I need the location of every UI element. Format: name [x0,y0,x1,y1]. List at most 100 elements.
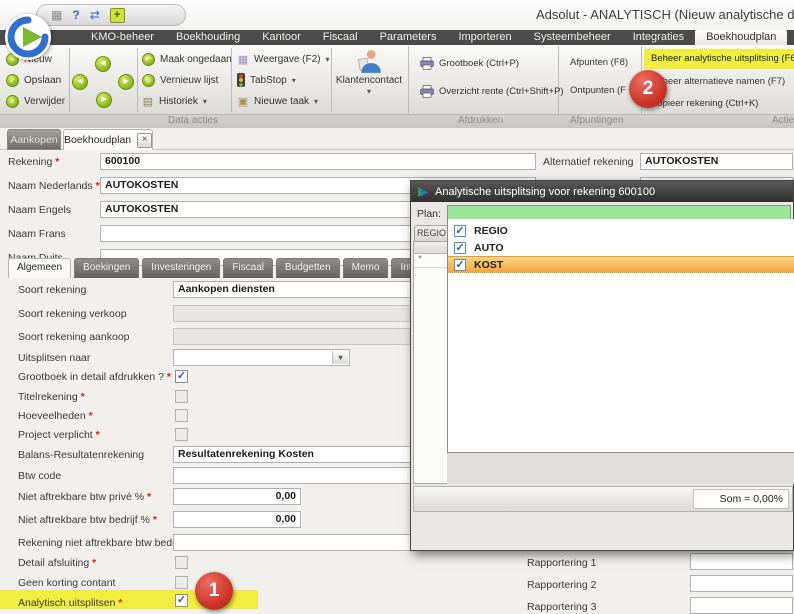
ribbon-tab-bar: KMO-beheer Boekhouding Kantoor Fiscaal P… [0,30,794,45]
analytisch-uitsplitsen-checkbox[interactable]: ✓ [175,594,188,607]
ribbon-separator [69,48,70,112]
opslaan-label: Opslaan [24,75,61,86]
doc-tab-boekhoudplan-label: Boekhoudplan [64,130,131,150]
window-title: Adsolut - ANALYTISCH (Nieuw analytische … [536,7,794,22]
chevron-down-icon: ▾ [314,97,318,106]
ribbon-tab-boekhoudplan[interactable]: Boekhoudplan [695,30,787,45]
group-label-afdrukken: Afdrukken [458,115,503,127]
naam-engels-label: Naam Engels [8,204,71,216]
auto-checkbox[interactable]: ✓ [454,242,466,254]
alternatief-rekening-field[interactable]: AUTOKOSTEN [640,153,793,170]
geen-korting-contant-label: Geen korting contant [18,577,115,589]
maak-ongedaan-button[interactable]: ↶ Maak ongedaan [142,50,232,68]
doc-tab-aankopen[interactable]: Aankopen [7,129,61,150]
tab-memo[interactable]: Memo [343,258,389,278]
adsolut-window: ▦ ? ⇄ + Adsolut - ANALYTISCH (Nieuw anal… [0,0,794,614]
chevron-down-icon[interactable]: ▾ [332,351,348,364]
ribbon-tab-kmo-beheer[interactable]: KMO-beheer [80,30,165,45]
help-icon[interactable]: ? [72,8,79,22]
add-icon[interactable]: + [110,8,125,23]
maak-ongedaan-label: Maak ongedaan [160,54,232,65]
rapportering-3-field[interactable] [690,597,793,614]
ribbon-separator [331,48,332,112]
ontpunten-button[interactable]: Ontpunten (F [570,85,626,96]
hoeveelheden-checkbox[interactable]: ✓ [175,409,188,422]
niet-aftrekbare-btw-prive-field[interactable]: 0,00 [173,488,301,505]
naam-nederlands-label: Naam Nederlands * [8,180,100,192]
plan-dropdown-panel: ✓ REGIO ✓ AUTO ✓ KOST [447,219,794,453]
soort-rekening-label: Soort rekening [18,284,86,296]
geen-korting-contant-checkbox[interactable]: ✓ [175,576,188,589]
close-icon[interactable]: × [137,133,152,148]
grootboek-detail-afdrukken-label: Grootboek in detail afdrukken ? * [18,371,171,383]
tab-budgetten[interactable]: Budgetten [276,258,340,278]
historiek-button[interactable]: ▤ Historiek ▾ [142,92,207,110]
dialog-grid-background [447,453,794,484]
project-verplicht-label: Project verplicht * [18,429,100,441]
soort-rekening-aankoop-label: Soort rekening aankoop [18,331,130,343]
calculator-icon[interactable]: ▦ [51,8,62,22]
detail-afsluiting-checkbox[interactable]: ✓ [175,556,188,569]
overzicht-rente-button[interactable]: Overzicht rente (Ctrl+Shift+P) [420,82,564,100]
beheer-alternatieve-namen-button[interactable]: Beheer alternatieve namen (F7) [651,76,785,87]
undo-icon: ↶ [142,53,155,66]
historiek-label: Historiek [159,96,198,107]
kopieer-rekening-button[interactable]: Kopieer rekening (Ctrl+K) [651,98,758,109]
rapportering-3-label: Rapportering 3 [527,601,596,613]
tabstop-button[interactable]: TabStop ▾ [237,71,296,89]
app-logo[interactable] [4,13,52,61]
sync-arrows-icon[interactable]: ⇄ [90,8,100,22]
niet-aftrekbare-btw-bedrijf-label: Niet aftrekbare btw bedrijf % * [18,514,157,526]
weergave-button[interactable]: ▦ Weergave (F2) ▾ [237,50,330,68]
ribbon-tab-boekhouding[interactable]: Boekhouding [165,30,251,45]
grootboek-label: Grootboek (Ctrl+P) [439,58,519,69]
nav-next-button[interactable]: ▶ [118,74,134,90]
nav-first-button[interactable]: ◀ [95,56,111,72]
doc-tab-boekhoudplan[interactable]: Boekhoudplan × [63,129,153,150]
uitsplitsen-naar-combobox[interactable]: ▾ [173,349,350,366]
tab-boekingen[interactable]: Boekingen [74,258,139,278]
grootboek-button[interactable]: Grootboek (Ctrl+P) [420,54,519,72]
project-verplicht-checkbox[interactable]: ✓ [175,428,188,441]
tab-algemeen[interactable]: Algemeen [8,258,71,278]
ribbon-tab-fiscaal[interactable]: Fiscaal [312,30,369,45]
niet-aftrekbare-btw-bedrijf-field[interactable]: 0,00 [173,511,301,528]
nav-last-button[interactable]: ▶ [96,92,112,108]
kost-checkbox[interactable]: ✓ [454,259,466,271]
ribbon-tab-systeembeheer[interactable]: Systeembeheer [523,30,622,45]
kost-label: KOST [474,259,503,271]
ribbon-tab-integraties[interactable]: Integraties [622,30,695,45]
grootboek-detail-afdrukken-checkbox[interactable]: ✓ [175,370,188,383]
vernieuw-lijst-button[interactable]: ↻ Vernieuw lijst [142,71,218,89]
klantencontact-button[interactable]: Klantencontact ▾ [333,48,405,112]
refresh-icon: ↻ [142,74,155,87]
afpunten-button[interactable]: Afpunten (F8) [570,57,628,68]
form-tab-strip: Algemeen Boekingen Investeringen Fiscaal… [8,258,426,278]
dialog-tab-regio[interactable]: REGIO [414,225,449,241]
opslaan-button[interactable]: ✓ Opslaan [6,71,61,89]
dialog-title-bar[interactable]: Analytische uitsplitsing voor rekening 6… [411,181,793,202]
verwijder-button[interactable]: × Verwijder [6,92,65,110]
rapportering-1-field[interactable] [690,553,793,570]
rapportering-2-field[interactable] [690,575,793,592]
ribbon-tab-importeren[interactable]: Importeren [447,30,522,45]
nav-previous-button[interactable]: ◀ [72,74,88,90]
niet-aftrekbare-btw-prive-label: Niet aftrekbare btw privé % * [18,491,151,503]
ribbon-tab-kantoor[interactable]: Kantoor [251,30,312,45]
nieuwe-taak-button[interactable]: ▣ Nieuwe taak ▾ [237,92,318,110]
regio-checkbox[interactable]: ✓ [454,225,466,237]
beheer-analytische-uitsplitsing-button[interactable]: Beheer analytische uitsplitsing (F6) [644,49,794,69]
option-auto[interactable]: ✓ AUTO [448,239,794,256]
titelrekening-checkbox[interactable]: ✓ [175,390,188,403]
option-kost[interactable]: ✓ KOST [448,256,794,273]
grid-new-row-marker[interactable]: * [414,254,448,268]
dialog-side-grid[interactable]: * [413,241,449,484]
printer-icon [420,85,434,98]
som-total: Som = 0,00% [693,489,789,509]
rekening-field[interactable]: 600100 [100,153,536,170]
tab-fiscaal[interactable]: Fiscaal [223,258,273,278]
tab-investeringen[interactable]: Investeringen [142,258,220,278]
detail-afsluiting-label: Detail afsluiting * [18,557,96,569]
option-regio[interactable]: ✓ REGIO [448,222,794,239]
ribbon-tab-parameters[interactable]: Parameters [369,30,448,45]
